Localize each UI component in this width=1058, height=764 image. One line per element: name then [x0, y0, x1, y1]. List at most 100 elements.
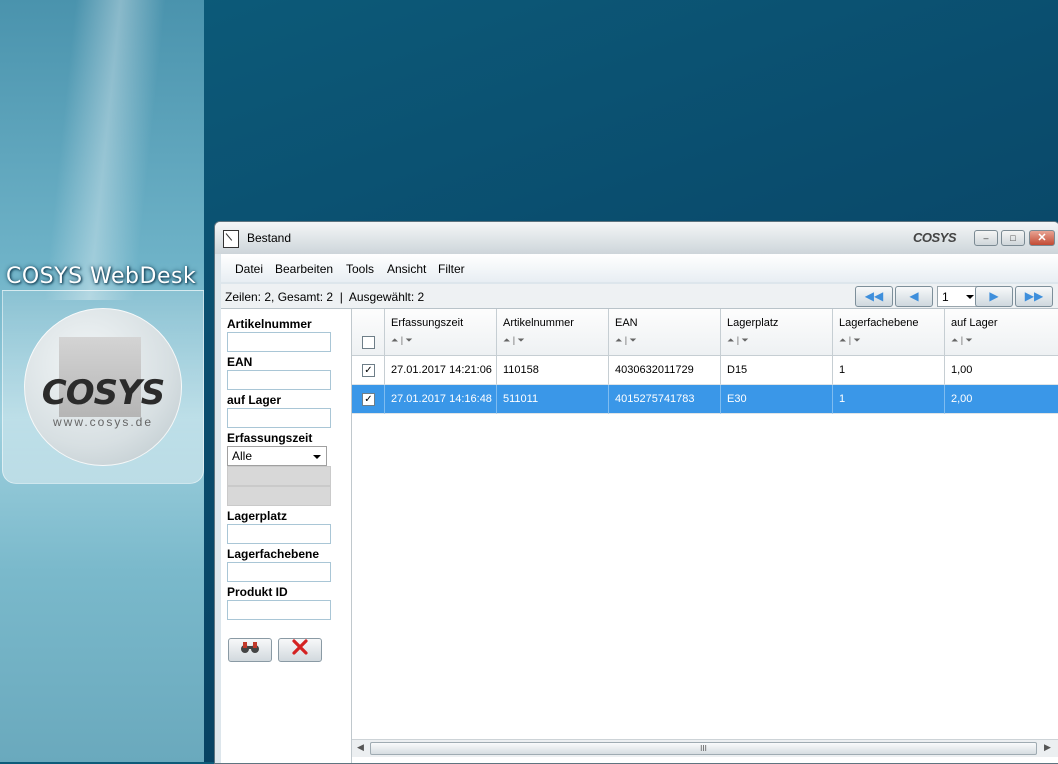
titlebar-logo: COSYS: [913, 230, 957, 245]
close-button[interactable]: ✕: [1029, 230, 1055, 246]
logo-url: www.cosys.de: [52, 415, 154, 429]
scrollbar-thumb[interactable]: III: [370, 742, 1037, 755]
filter-panel: Artikelnummer EAN auf Lager Erfassungsze…: [221, 309, 352, 763]
menu-filter[interactable]: Filter: [438, 262, 465, 276]
table-cell: 27.01.2017 14:21:06: [385, 356, 497, 385]
cell-text: 1,00: [951, 364, 973, 376]
sort-icon[interactable]: ⏶ | ⏷: [615, 335, 637, 346]
row-select-cell: ✓: [352, 356, 385, 385]
erfassungszeit-label: Erfassungszeit: [227, 431, 313, 445]
table-cell: 1,00: [945, 356, 1058, 385]
date-from-field[interactable]: [227, 466, 331, 486]
table-cell: 110158: [497, 356, 609, 385]
page-select[interactable]: 1: [937, 286, 979, 307]
binoculars-icon: [241, 642, 259, 653]
table-cell: E30: [721, 385, 833, 414]
table-cell: 4015275741783: [609, 385, 721, 414]
status-bar: Zeilen: 2, Gesamt: 2 | Ausgewählt: 2 ◀◀ …: [221, 284, 1058, 309]
row-checkbox[interactable]: ✓: [362, 364, 375, 377]
maximize-button[interactable]: □: [1001, 230, 1025, 246]
col-header-lagerfachebene[interactable]: Lagerfachebene ⏶ | ⏷: [833, 309, 945, 356]
cell-text: 27.01.2017 14:21:06: [391, 364, 492, 376]
sort-icon[interactable]: ⏶ | ⏷: [839, 335, 861, 346]
col-label: Lagerplatz: [727, 317, 779, 329]
cell-text: D15: [727, 364, 748, 376]
sort-icon[interactable]: ⏶ | ⏷: [391, 335, 413, 346]
window-titlebar[interactable]: Bestand COSYS – □ ✕: [215, 222, 1058, 254]
table-row-selected[interactable]: ✓ 27.01.2017 14:16:48 511011 40152757417…: [352, 385, 1058, 414]
select-all-checkbox[interactable]: [362, 336, 375, 349]
auf-lager-input[interactable]: [227, 408, 331, 428]
prev-page-button[interactable]: ◀: [895, 286, 933, 307]
cell-text: 511011: [503, 393, 539, 405]
page-number: 1: [942, 290, 949, 304]
col-label: EAN: [615, 317, 638, 329]
horizontal-scrollbar[interactable]: ◀ III ▶: [352, 739, 1058, 757]
cell-text: 1: [839, 393, 846, 405]
table-cell: 2,00: [945, 385, 1058, 414]
table-row[interactable]: ✓ 27.01.2017 14:21:06 110158 40306320117…: [352, 356, 1058, 385]
sort-icon[interactable]: ⏶ | ⏷: [503, 335, 525, 346]
col-header-ean[interactable]: EAN ⏶ | ⏷: [609, 309, 721, 356]
auf-lager-label: auf Lager: [227, 393, 282, 407]
cosys-logo: COSYS www.cosys.de: [24, 308, 182, 466]
menu-tools[interactable]: Tools: [346, 262, 374, 276]
last-page-button[interactable]: ▶▶: [1015, 286, 1053, 307]
menu-ansicht[interactable]: Ansicht: [387, 262, 426, 276]
row-select-cell: ✓: [352, 385, 385, 414]
col-header-lagerplatz[interactable]: Lagerplatz ⏶ | ⏷: [721, 309, 833, 356]
cell-text: 27.01.2017 14:16:48: [391, 393, 492, 405]
col-header-erfassungszeit[interactable]: Erfassungszeit ⏶ | ⏷: [385, 309, 497, 356]
menu-bearbeiten[interactable]: Bearbeiten: [275, 262, 333, 276]
erfassungszeit-select[interactable]: Alle: [227, 446, 327, 466]
chevron-down-icon: [966, 295, 974, 299]
table-cell: 1: [833, 385, 945, 414]
col-label: Lagerfachebene: [839, 317, 919, 329]
next-page-button[interactable]: ▶: [975, 286, 1013, 307]
col-label: auf Lager: [951, 317, 998, 329]
ean-label: EAN: [227, 355, 253, 369]
cell-text: 1: [839, 364, 846, 376]
col-header-artikelnummer[interactable]: Artikelnummer ⏶ | ⏷: [497, 309, 609, 356]
red-x-icon: [292, 639, 308, 655]
menu-bar: Datei Bearbeiten Tools Ansicht Filter: [221, 254, 1058, 282]
minimize-button[interactable]: –: [974, 230, 998, 246]
cell-text: 2,00: [951, 393, 973, 405]
artikelnummer-input[interactable]: [227, 332, 331, 352]
table-cell: 1: [833, 356, 945, 385]
lagerfachebene-input[interactable]: [227, 562, 331, 582]
scroll-right-icon[interactable]: ▶: [1044, 742, 1051, 753]
date-to-field[interactable]: [227, 486, 331, 506]
col-label: Artikelnummer: [503, 317, 574, 329]
table-cell: 4030632011729: [609, 356, 721, 385]
first-page-button[interactable]: ◀◀: [855, 286, 893, 307]
col-header-auf-lager[interactable]: auf Lager ⏶ | ⏷: [945, 309, 1058, 356]
row-count-status: Zeilen: 2, Gesamt: 2 | Ausgewählt: 2: [225, 290, 425, 304]
reset-button[interactable]: [278, 638, 322, 662]
logo-word: COSYS: [41, 373, 165, 413]
produkt-id-label: Produkt ID: [227, 585, 288, 599]
select-all-header: [352, 309, 385, 356]
cell-text: 4030632011729: [615, 364, 694, 376]
search-button[interactable]: [228, 638, 272, 662]
lagerplatz-input[interactable]: [227, 524, 331, 544]
table-cell: 27.01.2017 14:16:48: [385, 385, 497, 414]
ean-input[interactable]: [227, 370, 331, 390]
erfassungszeit-value: Alle: [232, 449, 253, 463]
lagerplatz-label: Lagerplatz: [227, 509, 288, 523]
window-title: Bestand: [247, 231, 292, 245]
sort-icon[interactable]: ⏶ | ⏷: [951, 335, 973, 346]
artikelnummer-label: Artikelnummer: [227, 317, 312, 331]
cell-text: 110158: [503, 364, 539, 376]
cell-text: E30: [727, 393, 747, 405]
cell-text: 4015275741783: [615, 393, 695, 405]
document-icon: [223, 230, 239, 248]
scroll-left-icon[interactable]: ◀: [357, 742, 364, 753]
produkt-id-input[interactable]: [227, 600, 331, 620]
sort-icon[interactable]: ⏶ | ⏷: [727, 335, 749, 346]
decorative-streak: [44, 0, 166, 300]
bestand-window: Bestand COSYS – □ ✕ Datei Bearbeiten Too…: [214, 221, 1058, 764]
row-checkbox[interactable]: ✓: [362, 393, 375, 406]
menu-datei[interactable]: Datei: [235, 262, 263, 276]
table-cell: 511011: [497, 385, 609, 414]
